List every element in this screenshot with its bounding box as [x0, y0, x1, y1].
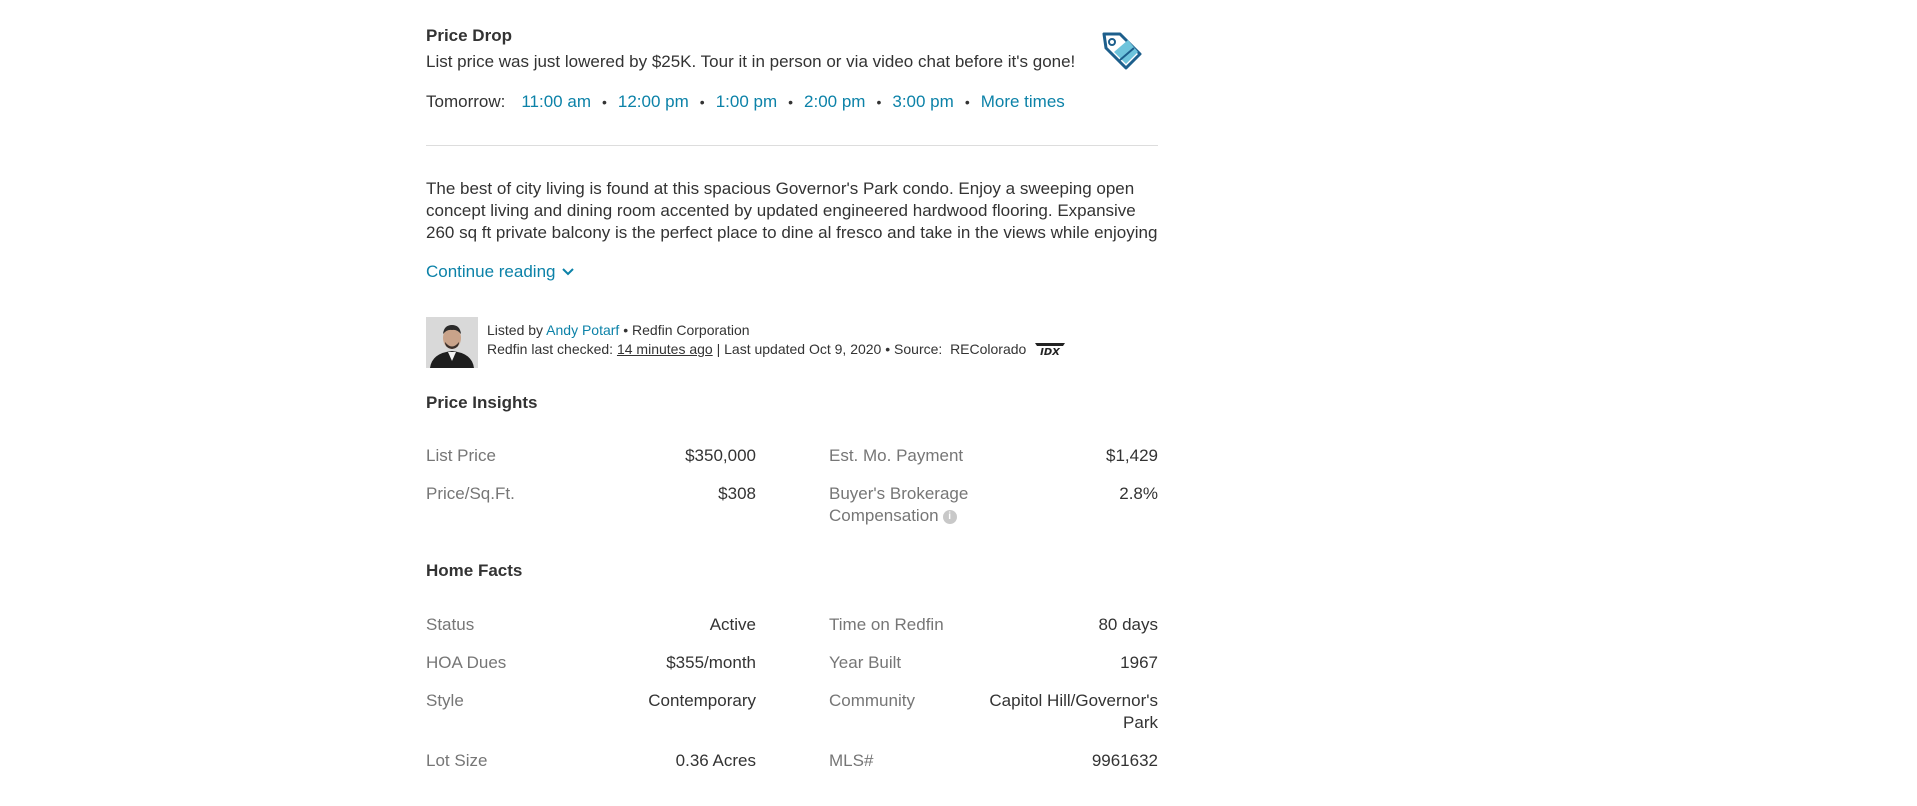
- brokerage-compensation-value: 2.8%: [1119, 484, 1158, 503]
- brokerage-compensation-label: Buyer's Brokerage Compensation i: [829, 483, 999, 527]
- home-facts-title: Home Facts: [426, 561, 523, 580]
- hoa-dues-value: $355/month: [666, 653, 756, 672]
- status-label: Status: [426, 615, 475, 634]
- price-tag-icon: [1102, 32, 1142, 70]
- info-icon[interactable]: i: [942, 509, 957, 524]
- year-built-value: 1967: [1120, 653, 1158, 672]
- property-remarks: The best of city living is found at this…: [426, 179, 1158, 242]
- separator-dot: •: [623, 322, 633, 338]
- last-checked-prefix: Redfin last checked:: [487, 341, 614, 357]
- hoa-dues-label: HOA Dues: [426, 653, 507, 672]
- lot-size-value: 0.36 Acres: [675, 751, 756, 770]
- list-price-label: List Price: [426, 446, 496, 465]
- listed-by-prefix: Listed by: [487, 322, 544, 338]
- agent-avatar: [426, 317, 478, 368]
- lot-size-label: Lot Size: [426, 751, 488, 770]
- price-drop-text: List price was just lowered by $25K. Tou…: [426, 52, 1076, 71]
- tour-time-1100[interactable]: 11:00 am: [521, 92, 591, 112]
- more-times-link[interactable]: More times: [981, 92, 1065, 112]
- tour-time-1400[interactable]: 2:00 pm: [804, 92, 865, 112]
- svg-text:IDX: IDX: [1040, 347, 1061, 356]
- est-payment-label: Est. Mo. Payment: [829, 446, 964, 465]
- brokerage-name: Redfin Corporation: [632, 322, 750, 338]
- separator-dot: •: [964, 94, 970, 110]
- est-payment-value: $1,429: [1106, 446, 1158, 465]
- separator-dot: •: [788, 94, 794, 110]
- tour-time-1300[interactable]: 1:00 pm: [716, 92, 777, 112]
- status-value: Active: [709, 615, 756, 634]
- separator-dot: •: [601, 94, 607, 110]
- continue-reading-link[interactable]: Continue reading: [426, 262, 575, 282]
- continue-reading-label: Continue reading: [426, 262, 556, 281]
- mls-number-value: 9961632: [1091, 751, 1158, 770]
- price-per-sqft-label: Price/Sq.Ft.: [426, 484, 515, 503]
- separator-dot: •: [699, 94, 705, 110]
- tour-day-label: Tomorrow:: [426, 92, 506, 111]
- style-label: Style: [426, 691, 464, 710]
- last-checked-value[interactable]: 14 minutes ago: [617, 341, 713, 357]
- community-value: Capitol Hill/Governor's Park: [989, 691, 1158, 732]
- community-label: Community: [829, 691, 915, 710]
- price-drop-title: Price Drop: [426, 26, 512, 45]
- tour-times-row: Tomorrow: 11:00 am • 12:00 pm • 1:00 pm …: [426, 92, 1065, 112]
- price-insights-title: Price Insights: [426, 393, 538, 412]
- last-updated-text: | Last updated Oct 9, 2020 • Source:: [716, 341, 943, 357]
- chevron-down-icon: [562, 268, 575, 276]
- time-on-redfin-value: 80 days: [1098, 615, 1158, 634]
- last-checked-line: Redfin last checked: 14 minutes ago | La…: [487, 341, 1067, 357]
- mls-number-label: MLS#: [829, 751, 874, 770]
- tour-time-1200[interactable]: 12:00 pm: [618, 92, 689, 112]
- time-on-redfin-label: Time on Redfin: [829, 615, 944, 634]
- style-value: Contemporary: [648, 691, 756, 710]
- listed-by-line: Listed by Andy Potarf • Redfin Corporati…: [487, 322, 750, 338]
- listing-source: REColorado: [950, 341, 1027, 357]
- price-per-sqft-value: $308: [718, 484, 756, 503]
- tour-time-1500[interactable]: 3:00 pm: [892, 92, 953, 112]
- list-price-value: $350,000: [685, 446, 756, 465]
- agent-name-link[interactable]: Andy Potarf: [546, 322, 619, 338]
- idx-logo-icon: IDX: [1035, 343, 1066, 356]
- section-divider: [426, 145, 1158, 146]
- year-built-label: Year Built: [829, 653, 902, 672]
- separator-dot: •: [876, 94, 882, 110]
